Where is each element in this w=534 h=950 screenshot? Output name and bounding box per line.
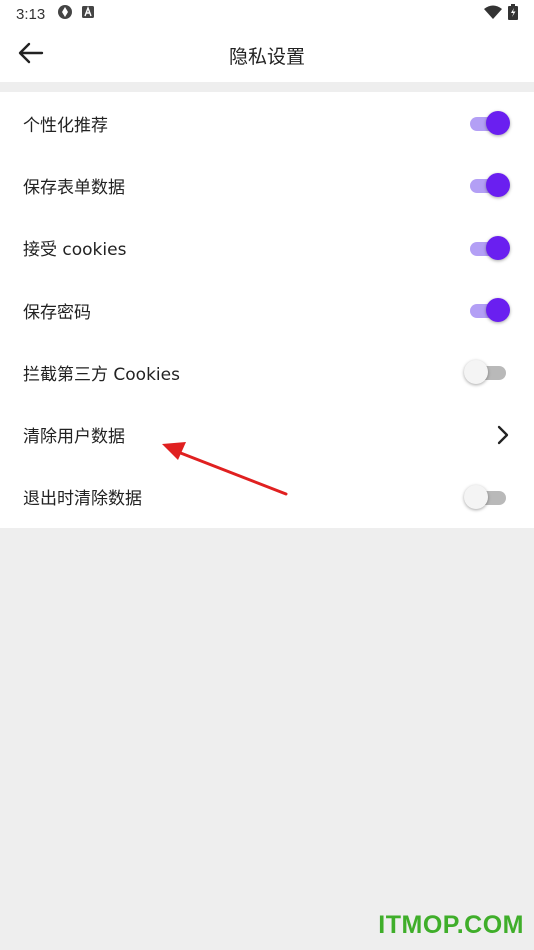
setting-label: 拦截第三方 Cookies xyxy=(23,364,180,385)
save-form-data-switch[interactable] xyxy=(468,173,510,198)
switch-thumb xyxy=(486,173,510,198)
page-title: 隐私设置 xyxy=(228,45,305,68)
setting-label: 清除用户数据 xyxy=(23,427,125,448)
arrow-left-icon xyxy=(18,42,44,68)
status-icons-right xyxy=(484,4,518,24)
switch-thumb xyxy=(486,235,510,260)
accept-cookies-switch[interactable] xyxy=(468,235,510,260)
personalized-recommendation-switch[interactable] xyxy=(468,111,510,136)
setting-clear-data-on-exit[interactable]: 退出时清除数据 xyxy=(0,466,534,528)
chevron-right-icon xyxy=(492,424,514,446)
header-divider xyxy=(0,82,534,92)
clear-data-on-exit-switch[interactable] xyxy=(464,484,508,509)
setting-block-third-party-cookies[interactable]: 拦截第三方 Cookies xyxy=(0,341,534,403)
save-passwords-switch[interactable] xyxy=(468,298,510,323)
app-bar: 隐私设置 xyxy=(0,28,534,82)
a-badge-icon xyxy=(81,5,95,23)
setting-personalized-recommendation[interactable]: 个性化推荐 xyxy=(0,92,534,154)
setting-clear-user-data[interactable]: 清除用户数据 xyxy=(0,403,534,465)
switch-thumb xyxy=(486,111,510,136)
setting-label: 接受 cookies xyxy=(23,240,127,261)
sync-icon xyxy=(57,4,73,24)
setting-save-form-data[interactable]: 保存表单数据 xyxy=(0,154,534,216)
setting-label: 个性化推荐 xyxy=(23,115,108,136)
setting-label: 保存表单数据 xyxy=(23,177,125,198)
setting-label: 保存密码 xyxy=(23,302,91,323)
status-bar: 3:13 xyxy=(0,0,534,28)
switch-thumb xyxy=(464,360,488,385)
wifi-icon xyxy=(484,5,502,23)
block-third-party-cookies-switch[interactable] xyxy=(464,360,508,385)
switch-thumb xyxy=(464,484,488,509)
setting-save-passwords[interactable]: 保存密码 xyxy=(0,279,534,341)
back-button[interactable] xyxy=(14,40,48,70)
watermark: ITMOP.COM xyxy=(378,911,524,939)
setting-accept-cookies[interactable]: 接受 cookies xyxy=(0,217,534,279)
setting-label: 退出时清除数据 xyxy=(23,489,142,510)
switch-thumb xyxy=(486,298,510,323)
battery-charging-icon xyxy=(508,4,518,24)
status-time: 3:13 xyxy=(16,5,46,23)
status-icons-left xyxy=(57,4,95,24)
settings-list: 个性化推荐 保存表单数据 接受 cookies 保存密码 拦截第三方 Cooki… xyxy=(0,92,534,528)
